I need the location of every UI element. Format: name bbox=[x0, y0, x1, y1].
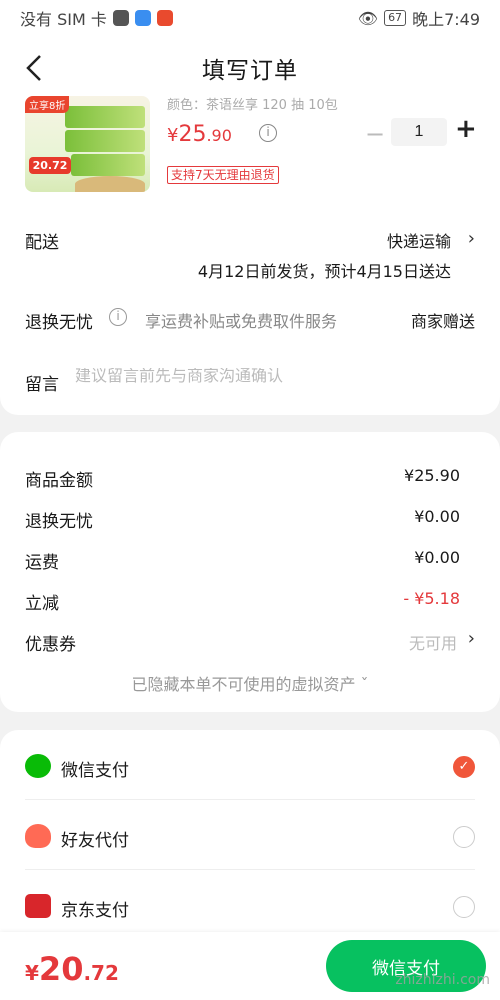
price-dec: .90 bbox=[206, 126, 232, 145]
total-int: 20 bbox=[38, 950, 84, 988]
radio-unchecked-icon[interactable] bbox=[453, 826, 475, 848]
payment-list: 微信支付 ✓ 好友代付京东支付 bbox=[25, 730, 475, 940]
price-info-icon[interactable]: i bbox=[259, 124, 277, 142]
image-discount-badge: 立享8折 bbox=[25, 96, 70, 113]
status-right: 👁 67 晚上7:49 bbox=[358, 6, 480, 30]
amount-value: ¥25.90 bbox=[404, 466, 460, 485]
jd-pay-icon bbox=[25, 894, 51, 918]
payment-card: 微信支付 ✓ 好友代付京东支付 bbox=[0, 730, 500, 950]
amount-label: 商品金额 bbox=[25, 471, 93, 491]
amount-row: 立减 - ¥5.18 bbox=[25, 589, 475, 630]
tissue-pack bbox=[65, 130, 145, 152]
amount-label: 退换无忧 bbox=[25, 512, 93, 532]
note-label: 留言 bbox=[25, 375, 59, 395]
quantity-input[interactable] bbox=[391, 118, 447, 146]
battery-icon: 67 bbox=[384, 10, 407, 26]
coupon-value: 无可用 bbox=[408, 634, 457, 653]
product-spec: 颜色：茶语丝享 120 抽 10包 bbox=[167, 98, 338, 113]
quantity-minus-button[interactable]: − bbox=[365, 120, 385, 148]
total-symbol: ¥ bbox=[25, 961, 39, 985]
amount-label: 运费 bbox=[25, 553, 59, 573]
radio-checked-icon[interactable]: ✓ bbox=[453, 756, 475, 778]
tissue-pack bbox=[65, 106, 145, 128]
amount-row: 运费 ¥0.00 bbox=[25, 548, 475, 589]
watermark: zhizhizhi.com bbox=[395, 972, 490, 988]
coupon-row[interactable]: 优惠券 无可用 › bbox=[25, 628, 475, 671]
price-symbol: ¥ bbox=[167, 125, 179, 146]
chevron-right-icon: › bbox=[467, 628, 475, 649]
wechat-pay-icon bbox=[25, 754, 51, 778]
product-image[interactable]: 立享8折 20.72 bbox=[25, 96, 150, 192]
amount-card: 商品金额 ¥25.90 退换无忧 ¥0.00 运费 ¥0.00 立减 - ¥5.18 优惠券 … bbox=[0, 432, 500, 712]
exchange-label: 退换无忧 bbox=[25, 313, 93, 333]
tissue-pack bbox=[71, 154, 145, 176]
note-input[interactable] bbox=[75, 368, 435, 386]
exchange-info-icon[interactable]: i bbox=[109, 308, 127, 326]
notification-icon bbox=[112, 10, 129, 26]
exchange-row: 退换无忧 i 享运费补贴或免费取件服务 商家赠送 bbox=[25, 308, 475, 370]
note-row: 留言 bbox=[25, 368, 475, 410]
friend-pay-icon bbox=[25, 824, 51, 848]
product-price: ¥25.90 bbox=[167, 122, 232, 147]
quantity-plus-button[interactable]: + bbox=[455, 114, 477, 144]
app-icon bbox=[134, 10, 151, 26]
payment-label: 好友代付 bbox=[61, 831, 129, 851]
status-bar: 没有 SIM 卡 👁 67 晚上7:49 bbox=[0, 0, 500, 36]
shipping-row[interactable]: 配送 快递运输 › 4月12日前发货，预计4月15日送达 bbox=[25, 228, 475, 308]
return-policy-tag: 支持7天无理由退货 bbox=[167, 166, 279, 184]
amount-row: 商品金额 ¥25.90 bbox=[25, 466, 475, 507]
back-arrow-icon[interactable] bbox=[22, 54, 48, 82]
order-detail-card: 立享8折 20.72 颜色：茶语丝享 120 抽 10包 ¥25.90 i − … bbox=[0, 96, 500, 415]
nav-bar: 填写订单 bbox=[0, 36, 500, 100]
radio-unchecked-icon[interactable] bbox=[453, 896, 475, 918]
bottom-bar: ¥20.72 微信支付 bbox=[0, 932, 500, 1000]
amount-label: 立减 bbox=[25, 594, 59, 614]
exchange-gift: 商家赠送 bbox=[410, 312, 475, 331]
image-price-badge: 20.72 bbox=[29, 157, 71, 174]
clock: 晚上7:49 bbox=[412, 10, 480, 29]
exchange-desc: 享运费补贴或免费取件服务 bbox=[145, 312, 338, 331]
shipping-label: 配送 bbox=[25, 233, 59, 253]
amount-value: ¥0.00 bbox=[414, 548, 460, 567]
payment-label: 京东支付 bbox=[61, 901, 129, 921]
app-icon-2 bbox=[156, 10, 173, 26]
shipping-date: 4月12日前发货，预计4月15日送达 bbox=[197, 262, 451, 281]
shipping-method: 快递运输 bbox=[386, 232, 451, 251]
status-left: 没有 SIM 卡 bbox=[20, 6, 173, 30]
product-item: 立享8折 20.72 颜色：茶语丝享 120 抽 10包 ¥25.90 i − … bbox=[25, 96, 477, 200]
amount-value: - ¥5.18 bbox=[403, 589, 460, 608]
amount-list: 商品金额 ¥25.90 退换无忧 ¥0.00 运费 ¥0.00 立减 - ¥5.18 bbox=[25, 466, 475, 630]
payment-option[interactable]: 好友代付 bbox=[25, 800, 475, 870]
payment-option[interactable]: 京东支付 bbox=[25, 870, 475, 940]
eye-icon: 👁 bbox=[357, 8, 379, 28]
payment-option[interactable]: 微信支付 ✓ bbox=[25, 730, 475, 800]
amount-value: ¥0.00 bbox=[414, 507, 460, 526]
page-title: 填写订单 bbox=[202, 58, 298, 84]
hidden-assets-toggle[interactable]: 已隐藏本单不可使用的虚拟资产 ˇ bbox=[25, 671, 475, 695]
total-price: ¥20.72 bbox=[25, 950, 119, 988]
carrier-text: 没有 SIM 卡 bbox=[20, 10, 107, 29]
coupon-label: 优惠券 bbox=[25, 635, 76, 655]
payment-label: 微信支付 bbox=[61, 761, 129, 781]
price-int: 25 bbox=[178, 122, 207, 147]
total-dec: .72 bbox=[83, 961, 119, 985]
image-base bbox=[75, 176, 145, 192]
amount-row: 退换无忧 ¥0.00 bbox=[25, 507, 475, 548]
chevron-right-icon: › bbox=[467, 228, 475, 249]
